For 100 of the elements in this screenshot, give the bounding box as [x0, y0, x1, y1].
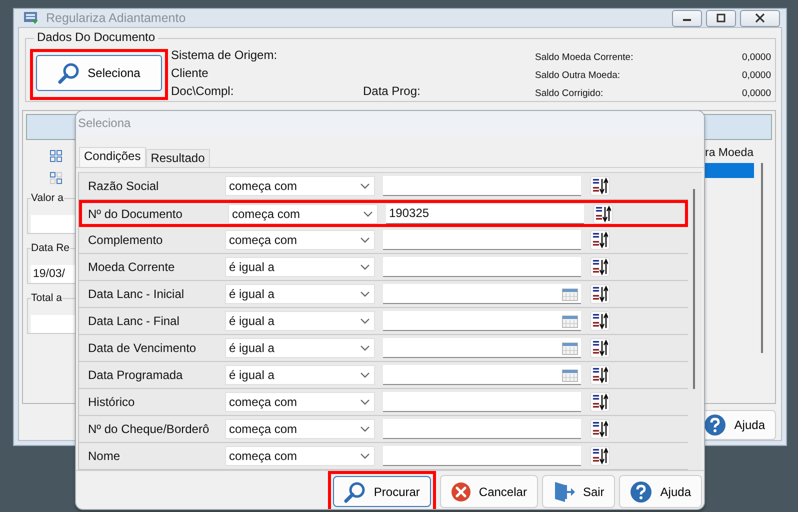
scrollbar[interactable] [761, 163, 763, 353]
value-field[interactable] [383, 419, 581, 439]
sort-icon [592, 420, 608, 438]
sort-icon [592, 231, 608, 249]
operator-dropdown[interactable]: começa com [228, 204, 378, 224]
field-label: Cliente [171, 66, 210, 80]
operator-dropdown[interactable]: é igual a [225, 284, 375, 304]
sort-icon [592, 177, 608, 195]
sort-icon [592, 393, 608, 411]
help-button[interactable]: Ajuda [619, 475, 702, 508]
condition-label: Complemento [87, 233, 164, 247]
operator-dropdown[interactable]: é igual a [225, 311, 375, 331]
window-title: Regulariza Adiantamento [46, 11, 187, 25]
sort-button[interactable] [593, 204, 613, 224]
chevron-down-icon [360, 318, 370, 324]
sort-icon [592, 285, 608, 303]
select-button[interactable]: Seleciona [36, 55, 162, 91]
chevron-down-icon [360, 183, 370, 189]
value-field[interactable] [383, 365, 581, 385]
value-field[interactable] [383, 176, 581, 196]
sort-icon [592, 339, 608, 357]
dialog-title: Seleciona [76, 111, 704, 135]
value-field[interactable] [383, 284, 581, 304]
group-title: Valor a [31, 192, 64, 204]
sort-icon [595, 204, 611, 222]
value-field[interactable]: 190325 [386, 204, 584, 224]
value-field[interactable] [383, 446, 581, 466]
value-field[interactable] [383, 230, 581, 250]
scrollbar[interactable] [693, 189, 695, 389]
sort-icon [592, 258, 608, 276]
search-icon [58, 62, 80, 84]
balance-value: 0,0000 [742, 88, 771, 98]
close-button[interactable] [740, 10, 780, 26]
condition-label: Moeda Corrente [87, 260, 176, 274]
sort-button[interactable] [590, 392, 610, 412]
minimize-button[interactable] [672, 10, 702, 26]
operator-dropdown[interactable]: começa com [225, 230, 375, 250]
chevron-down-icon [360, 426, 370, 432]
operator-dropdown[interactable]: começa com [225, 419, 375, 439]
cancel-icon [450, 482, 471, 502]
condition-label: Data de Vencimento [87, 341, 198, 355]
condition-label: Nome [87, 449, 122, 463]
group-title: Data Re [31, 242, 70, 254]
chevron-down-icon [360, 372, 370, 378]
exit-button[interactable]: Sair [542, 475, 616, 508]
value-field[interactable] [383, 392, 581, 412]
tab[interactable]: Resultado [146, 149, 210, 167]
sort-button[interactable] [590, 230, 610, 250]
sort-button[interactable] [590, 311, 610, 331]
calendar-icon [562, 340, 578, 354]
value-field[interactable] [383, 311, 581, 331]
sort-button[interactable] [590, 176, 610, 196]
condition-label: Razão Social [87, 179, 160, 193]
partial-grid-icon [50, 172, 62, 184]
sort-icon [592, 366, 608, 384]
calendar-icon [562, 286, 578, 300]
condition-label: Nº do Documento [87, 206, 184, 220]
group-title: Dados Do Documento [34, 30, 158, 44]
balance-label: Saldo Corrigido: [535, 88, 604, 98]
chevron-down-icon [360, 291, 370, 297]
value-field[interactable] [383, 257, 581, 277]
balance-value: 0,0000 [742, 70, 771, 80]
sort-button[interactable] [590, 257, 610, 277]
input-field[interactable] [31, 215, 76, 233]
operator-dropdown[interactable]: começa com [225, 446, 375, 466]
field-label: Data Prog: [363, 84, 420, 98]
help-icon [630, 480, 652, 502]
condition-label: Data Lanc - Final [87, 314, 180, 328]
balance-label: Saldo Outra Moeda: [535, 70, 620, 80]
input-field[interactable] [31, 315, 76, 333]
condition-label: Data Programada [87, 368, 184, 382]
maximize-icon [716, 13, 726, 23]
group-title: Total a [31, 292, 62, 304]
operator-dropdown[interactable]: começa com [225, 392, 375, 412]
balance-value: 0,0000 [742, 52, 771, 62]
condition-label: Nº do Cheque/Borderô [87, 422, 210, 436]
tab[interactable]: Condições [79, 147, 146, 167]
chevron-down-icon [360, 264, 370, 270]
value-field[interactable] [383, 338, 581, 358]
sort-button[interactable] [590, 284, 610, 304]
close-icon [755, 13, 765, 23]
sort-button[interactable] [590, 446, 610, 466]
sort-button[interactable] [590, 338, 610, 358]
operator-dropdown[interactable]: é igual a [225, 365, 375, 385]
sort-button[interactable] [590, 365, 610, 385]
maximize-button[interactable] [706, 10, 736, 26]
operator-dropdown[interactable]: é igual a [225, 257, 375, 277]
cancel-button[interactable]: Cancelar [440, 475, 538, 508]
condition-label: Data Lanc - Inicial [87, 287, 186, 301]
operator-dropdown[interactable]: começa com [225, 176, 375, 196]
field-label: Doc\Compl: [171, 84, 235, 98]
chevron-down-icon [360, 453, 370, 459]
field-label: Sistema de Origem: [171, 48, 278, 62]
sort-icon [592, 447, 608, 465]
sort-button[interactable] [590, 419, 610, 439]
chevron-down-icon [360, 399, 370, 405]
search-button[interactable]: Procurar [332, 476, 431, 507]
condition-label: Histórico [87, 395, 136, 409]
input-field[interactable]: 19/03/ [31, 265, 76, 283]
operator-dropdown[interactable]: é igual a [225, 338, 375, 358]
